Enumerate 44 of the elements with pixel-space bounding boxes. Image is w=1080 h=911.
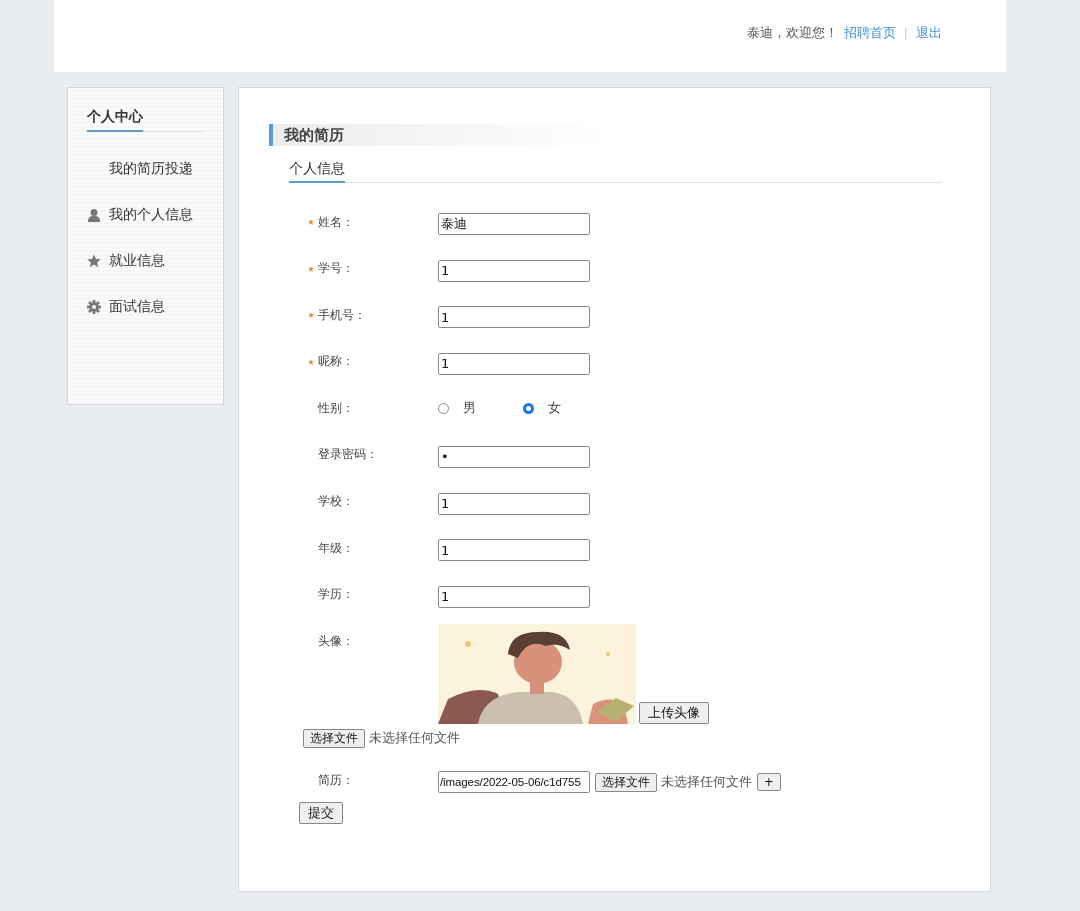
field-label: 头像：	[318, 632, 354, 650]
field-label: 姓名：	[318, 213, 354, 231]
field-label: 性别：	[318, 399, 354, 417]
choose-file-button[interactable]: 选择文件	[303, 729, 365, 749]
field-label: 昵称：	[318, 353, 354, 371]
field-label: 登录密码：	[318, 446, 378, 464]
input-field[interactable]: 1	[438, 306, 590, 329]
input-field[interactable]: 1	[438, 259, 590, 282]
file-status-text: 未选择任何文件	[661, 773, 752, 792]
option-label: 男	[463, 399, 476, 418]
input-field[interactable]: 1	[438, 492, 590, 515]
field-label: 手机号：	[318, 306, 366, 324]
input-field[interactable]: /images/2022-05-06/c1d755	[438, 771, 590, 794]
option-label: 女	[548, 399, 561, 418]
person-icon	[87, 208, 101, 222]
greeting-text: 泰迪，欢迎您！	[746, 24, 838, 42]
field-label: 学号：	[318, 260, 354, 278]
radio-button[interactable]	[523, 402, 534, 414]
field-label: 学历：	[318, 586, 354, 604]
field-label: 简历：	[318, 771, 354, 789]
sidebar-item[interactable]: 我的个人信息	[87, 192, 204, 238]
section-title: 个人信息	[289, 160, 345, 183]
input-field[interactable]: •	[438, 445, 590, 468]
sidebar-item[interactable]: 就业信息	[87, 238, 204, 284]
input-field[interactable]: 1	[438, 539, 590, 562]
submit-button[interactable]: 提交	[299, 801, 343, 824]
upload-button[interactable]: 上传头像	[639, 702, 709, 725]
star-icon	[87, 254, 101, 268]
add-button[interactable]: +	[757, 773, 781, 792]
settings-icon	[87, 300, 101, 314]
header-link[interactable]: 招聘首页	[843, 24, 896, 42]
input-field[interactable]: 泰迪	[438, 213, 590, 235]
field-label: 学校：	[318, 493, 354, 511]
sidebar-item[interactable]: 我的简历投递	[87, 146, 204, 192]
input-field[interactable]: 1	[438, 352, 590, 375]
sidebar-title: 个人中心	[87, 108, 143, 132]
header-link[interactable]: 退出	[916, 24, 942, 42]
separator: |	[903, 25, 908, 41]
choose-file-button[interactable]: 选择文件	[595, 772, 657, 792]
input-field[interactable]: 1	[438, 585, 590, 608]
file-status-text: 未选择任何文件	[369, 729, 460, 748]
field-label: 年级：	[318, 539, 354, 557]
page-title: 我的简历	[284, 125, 344, 145]
sidebar-item[interactable]: 面试信息	[87, 284, 204, 330]
